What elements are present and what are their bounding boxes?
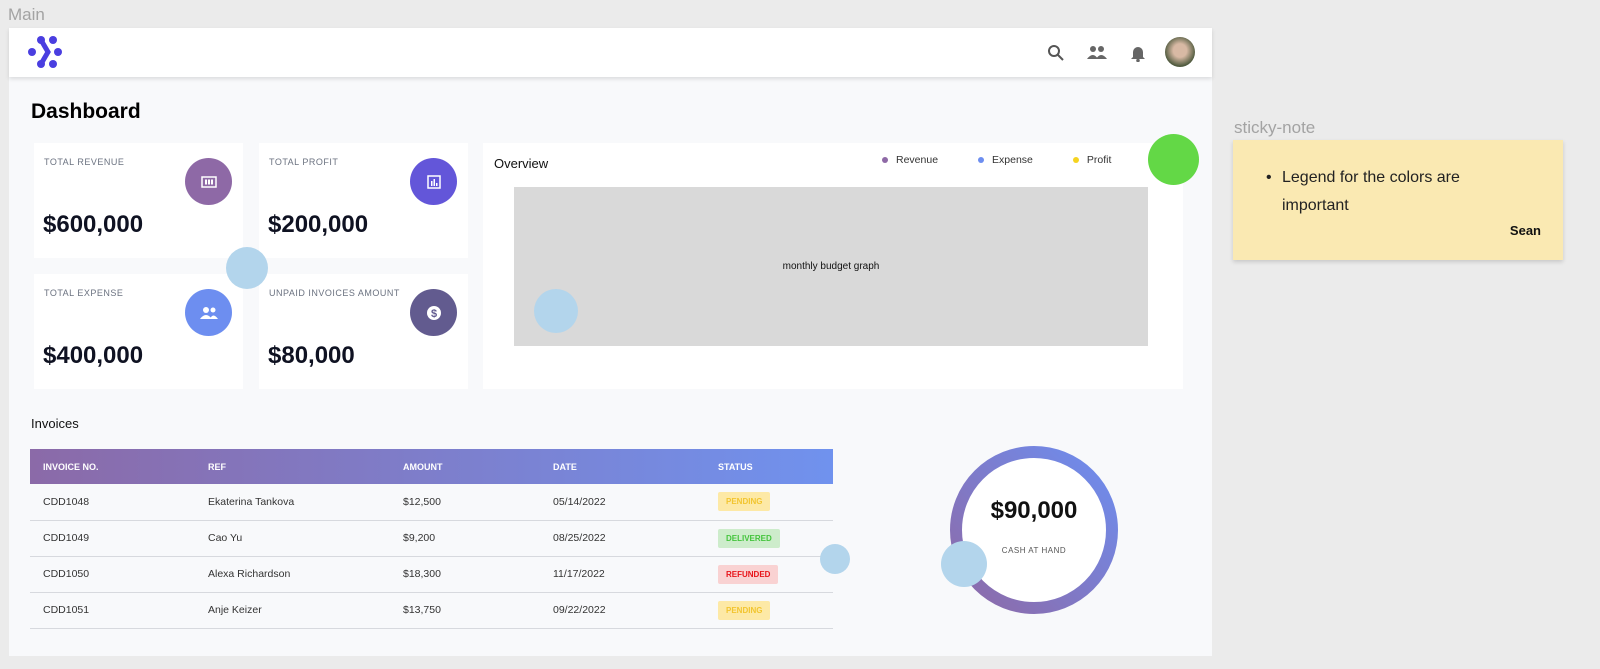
- stat-value: $80,000: [268, 342, 355, 369]
- legend-expense: Expense: [978, 154, 1033, 166]
- page-title: Dashboard: [31, 100, 141, 123]
- col-date[interactable]: DATE: [540, 449, 705, 484]
- status-badge: REFUNDED: [718, 564, 779, 584]
- sticky-text-content: Legend for the colors are important: [1282, 169, 1460, 214]
- comment-marker[interactable]: [534, 289, 578, 333]
- invoices-table-wrap: INVOICE NO. REF AMOUNT DATE STATUS CDD10…: [30, 449, 833, 629]
- comment-marker[interactable]: [941, 541, 987, 587]
- cell-invoice-no: CDD1050: [30, 556, 195, 593]
- legend-label: Revenue: [896, 154, 939, 166]
- cell-invoice-no: CDD1048: [30, 484, 195, 521]
- bullet: •: [1266, 169, 1272, 186]
- money-icon: [185, 158, 232, 205]
- search-icon[interactable]: [1045, 42, 1067, 64]
- svg-text:$: $: [430, 308, 436, 320]
- legend-profit: Profit: [1072, 154, 1112, 166]
- cell-status: DELIVERED: [705, 520, 833, 557]
- top-header: [9, 28, 1212, 77]
- canvas-label-main: Main: [8, 5, 45, 24]
- col-invoice-no[interactable]: INVOICE NO.: [30, 449, 195, 484]
- sticky-text: • Legend for the colors are important: [1266, 164, 1526, 220]
- cell-ref: Anje Keizer: [195, 592, 390, 629]
- sticky-author: Sean: [1509, 223, 1541, 238]
- table-row[interactable]: CDD1050 Alexa Richardson $18,300 11/17/2…: [30, 556, 833, 593]
- cell-date: 09/22/2022: [540, 592, 705, 629]
- stat-title: TOTAL PROFIT: [269, 157, 339, 167]
- table-row[interactable]: CDD1048 Ekaterina Tankova $12,500 05/14/…: [30, 484, 833, 521]
- col-ref[interactable]: REF: [195, 449, 390, 484]
- canvas-label-sticky: sticky-note: [1234, 118, 1316, 137]
- chart-legend: Revenue Expense Profit: [882, 154, 1111, 166]
- cell-invoice-no: CDD1049: [30, 520, 195, 557]
- legend-dot: [1072, 157, 1079, 164]
- legend-label: Profit: [1086, 154, 1112, 166]
- stat-card: TOTAL REVENUE $600,000: [34, 143, 243, 258]
- cell-amount: $12,500: [390, 484, 540, 521]
- legend-label: Expense: [992, 154, 1033, 166]
- table-row[interactable]: CDD1051 Anje Keizer $13,750 09/22/2022 P…: [30, 592, 833, 629]
- cash-donut: [950, 446, 1118, 614]
- stat-card: TOTAL EXPENSE $400,000: [34, 274, 243, 389]
- donut-ring: [950, 446, 1118, 614]
- table-row[interactable]: CDD1049 Cao Yu $9,200 08/25/2022 DELIVER…: [30, 520, 833, 557]
- people-icon: [185, 289, 232, 336]
- overview-title: Overview: [494, 156, 549, 171]
- comment-marker[interactable]: [820, 544, 850, 574]
- status-badge: PENDING: [718, 600, 771, 620]
- cell-date: 08/25/2022: [540, 520, 705, 557]
- legend-dot: [882, 157, 888, 164]
- sticky-note[interactable]: • Legend for the colors are important Sea…: [1233, 140, 1563, 260]
- cash-value: $90,000: [990, 497, 1078, 524]
- cell-status: PENDING: [705, 484, 833, 521]
- invoices-table: INVOICE NO. REF AMOUNT DATE STATUS CDD10…: [30, 449, 833, 629]
- overview-card: Overview Revenue Expense Profit monthly …: [483, 143, 1183, 389]
- stat-value: $600,000: [43, 211, 144, 238]
- status-badge: PENDING: [718, 492, 771, 512]
- cell-amount: $18,300: [390, 556, 540, 593]
- comment-marker[interactable]: [226, 247, 268, 289]
- stat-card: UNPAID INVOICES AMOUNT $ $80,000: [259, 274, 468, 389]
- legend-revenue: Revenue: [882, 154, 938, 166]
- invoices-title: Invoices: [31, 416, 79, 431]
- cell-amount: $9,200: [390, 520, 540, 557]
- cell-date: 11/17/2022: [540, 556, 705, 593]
- cell-invoice-no: CDD1051: [30, 592, 195, 629]
- stat-title: TOTAL EXPENSE: [44, 288, 124, 298]
- col-amount[interactable]: AMOUNT: [390, 449, 540, 484]
- status-badge: DELIVERED: [718, 528, 780, 548]
- chart-icon: [410, 158, 457, 205]
- cell-date: 05/14/2022: [540, 484, 705, 521]
- stat-card: TOTAL PROFIT $200,000: [259, 143, 468, 258]
- comment-marker-green[interactable]: [1148, 134, 1199, 185]
- cell-ref: Ekaterina Tankova: [195, 484, 390, 521]
- col-status[interactable]: STATUS: [705, 449, 833, 484]
- bell-icon[interactable]: [1127, 42, 1149, 64]
- cell-status: REFUNDED: [705, 556, 833, 593]
- dollar-icon: $: [410, 289, 457, 336]
- stat-value: $200,000: [268, 211, 369, 238]
- cell-amount: $13,750: [390, 592, 540, 629]
- stat-title: TOTAL REVENUE: [44, 157, 125, 167]
- people-icon[interactable]: [1086, 42, 1108, 64]
- monthly-budget-graph-placeholder: monthly budget graph: [514, 187, 1148, 346]
- cell-status: PENDING: [705, 592, 833, 629]
- stat-title: UNPAID INVOICES AMOUNT: [269, 288, 400, 298]
- cell-ref: Alexa Richardson: [195, 556, 390, 593]
- table-header: INVOICE NO. REF AMOUNT DATE STATUS: [30, 449, 833, 484]
- legend-dot: [978, 157, 985, 164]
- stat-value: $400,000: [43, 342, 144, 369]
- logo-icon[interactable]: [27, 34, 63, 70]
- cell-ref: Cao Yu: [195, 520, 390, 557]
- avatar[interactable]: [1165, 37, 1195, 67]
